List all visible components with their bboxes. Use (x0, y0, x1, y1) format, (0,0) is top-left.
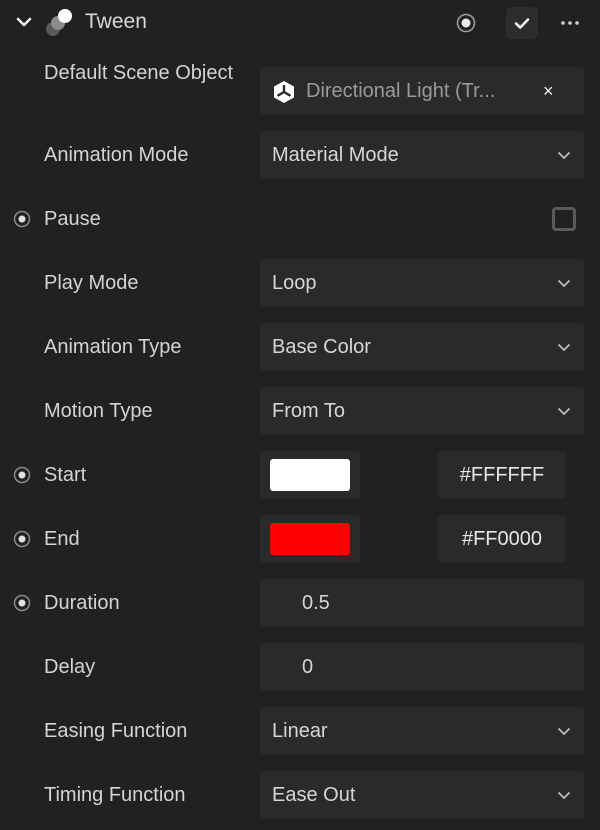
start-color-swatch (270, 459, 350, 491)
chevron-down-icon (556, 723, 572, 739)
keyframe-indicator-icon[interactable] (13, 210, 31, 228)
animation-type-select[interactable]: Base Color (260, 323, 584, 371)
easing-function-value: Linear (272, 720, 328, 742)
row-timing-function: Timing Function Ease Out (0, 771, 600, 819)
delay-input[interactable]: 0 (260, 643, 584, 691)
row-play-mode: Play Mode Loop (0, 259, 600, 307)
keyframe-indicator-icon[interactable] (13, 530, 31, 548)
scene-object-icon (274, 81, 294, 103)
end-hex-input[interactable]: #FF0000 (438, 515, 566, 563)
tween-icon (46, 9, 72, 36)
chevron-down-icon (556, 147, 572, 163)
default-scene-object-label: Default Scene Object (44, 62, 233, 84)
timing-function-select[interactable]: Ease Out (260, 771, 584, 819)
chevron-down-icon (556, 275, 572, 291)
row-animation-mode: Animation Mode Material Mode (0, 131, 600, 179)
keyframe-indicator-icon[interactable] (13, 466, 31, 484)
animation-mode-value: Material Mode (272, 144, 399, 166)
check-icon (514, 18, 530, 29)
clear-object-button[interactable]: × (543, 67, 554, 115)
collapse-chevron-icon[interactable] (14, 12, 34, 32)
component-title: Tween (85, 10, 147, 33)
row-default-scene-object: Default Scene Object Directional Light (… (0, 62, 600, 115)
animation-type-value: Base Color (272, 336, 371, 358)
scene-object-picker[interactable]: Directional Light (Tr... × (260, 67, 584, 115)
row-pause: Pause (0, 195, 600, 243)
delay-label: Delay (44, 656, 96, 678)
end-color-picker[interactable] (260, 515, 360, 563)
motion-type-value: From To (272, 400, 345, 422)
delay-value: 0 (302, 656, 314, 678)
easing-function-label: Easing Function (44, 720, 188, 742)
pause-checkbox[interactable] (552, 207, 576, 231)
chevron-down-icon (556, 403, 572, 419)
motion-type-label: Motion Type (44, 400, 153, 422)
easing-function-select[interactable]: Linear (260, 707, 584, 755)
timing-function-value: Ease Out (272, 784, 356, 806)
row-motion-type: Motion Type From To (0, 387, 600, 435)
row-animation-type: Animation Type Base Color (0, 323, 600, 371)
end-label: End (44, 528, 80, 550)
enable-toggle-button[interactable] (506, 7, 538, 39)
motion-type-select[interactable]: From To (260, 387, 584, 435)
record-icon[interactable] (455, 12, 477, 34)
end-color-swatch (270, 523, 350, 555)
animation-mode-label: Animation Mode (44, 144, 189, 166)
duration-input[interactable]: 0.5 (260, 579, 584, 627)
row-start: Start #FFFFFF (0, 451, 600, 499)
timing-function-label: Timing Function (44, 784, 186, 806)
keyframe-indicator-icon[interactable] (13, 594, 31, 612)
row-delay: Delay 0 (0, 643, 600, 691)
start-label: Start (44, 464, 87, 486)
row-easing-function: Easing Function Linear (0, 707, 600, 755)
duration-label: Duration (44, 592, 120, 614)
chevron-down-icon (556, 339, 572, 355)
component-header: Tween (0, 0, 600, 46)
play-mode-value: Loop (272, 272, 317, 294)
chevron-down-icon (556, 787, 572, 803)
play-mode-select[interactable]: Loop (260, 259, 584, 307)
scene-object-value: Directional Light (Tr... (306, 80, 496, 102)
animation-type-label: Animation Type (44, 336, 182, 358)
row-duration: Duration 0.5 (0, 579, 600, 627)
pause-label: Pause (44, 208, 101, 230)
animation-mode-select[interactable]: Material Mode (260, 131, 584, 179)
duration-value: 0.5 (302, 592, 330, 614)
start-hex-input[interactable]: #FFFFFF (438, 451, 566, 499)
more-options-icon[interactable] (558, 12, 582, 34)
start-color-picker[interactable] (260, 451, 360, 499)
row-end: End #FF0000 (0, 515, 600, 563)
play-mode-label: Play Mode (44, 272, 139, 294)
